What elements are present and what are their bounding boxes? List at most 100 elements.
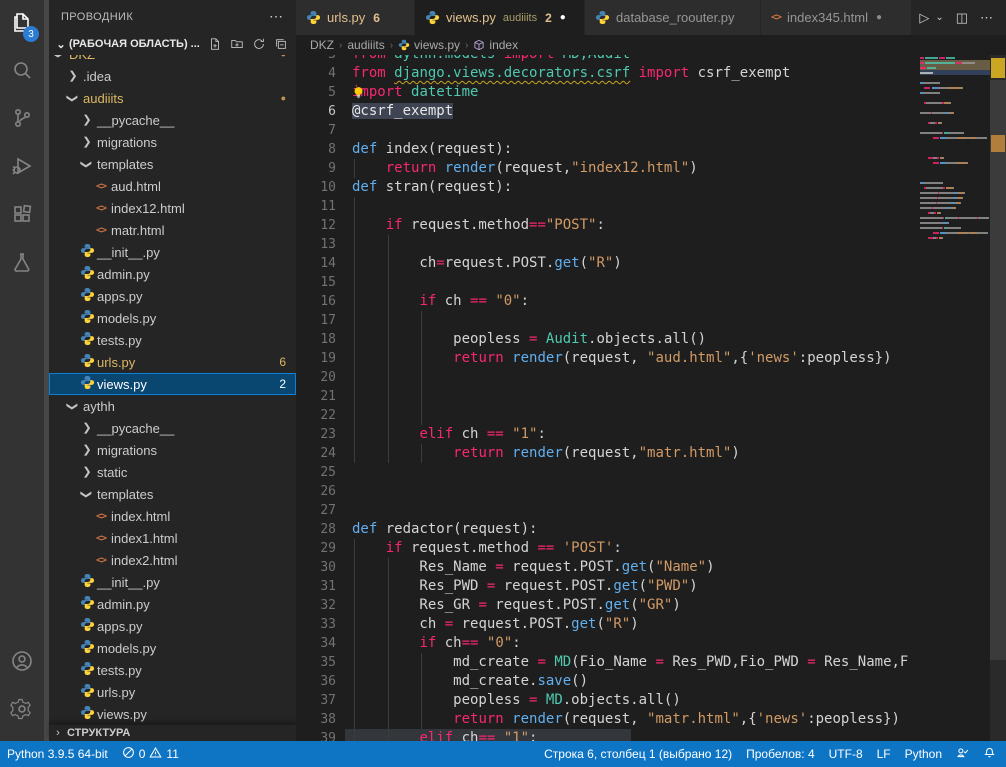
code-line-21[interactable]: 21: [296, 387, 1006, 406]
line-number[interactable]: 19: [296, 349, 336, 368]
code-line-30[interactable]: 30 Res_Name = request.POST.get("Name"): [296, 558, 1006, 577]
tree-item-apps.py[interactable]: apps.py: [49, 285, 296, 307]
line-number[interactable]: 7: [296, 121, 336, 140]
refresh-icon[interactable]: [248, 35, 270, 53]
run-dropdown-icon[interactable]: ⌄: [930, 12, 948, 23]
tree-item-index1.html[interactable]: <>index1.html: [49, 527, 296, 549]
line-number[interactable]: 9: [296, 159, 336, 178]
line-number[interactable]: 34: [296, 634, 336, 653]
breadcrumb-item-views.py[interactable]: views.py: [398, 38, 460, 52]
tree-item-models.py[interactable]: models.py: [49, 637, 296, 659]
code-line-37[interactable]: 37 peopless = MD.objects.all(): [296, 691, 1006, 710]
tree-item-index.html[interactable]: <>index.html: [49, 505, 296, 527]
collapse-all-icon[interactable]: [270, 35, 292, 53]
code-line-11[interactable]: 11: [296, 197, 1006, 216]
line-number[interactable]: 39: [296, 729, 336, 741]
testing-view-button[interactable]: [0, 240, 44, 288]
line-number[interactable]: 38: [296, 710, 336, 729]
code-line-12[interactable]: 12 if request.method=="POST":: [296, 216, 1006, 235]
tree-item-DKZ[interactable]: ❯DKZ●: [49, 55, 296, 65]
code-line-28[interactable]: 28def redactor(request):: [296, 520, 1006, 539]
code-line-29[interactable]: 29 if request.method == 'POST':: [296, 539, 1006, 558]
tree-item-audiiits[interactable]: ❯audiiits●: [49, 87, 296, 109]
notifications-button[interactable]: [976, 746, 1006, 762]
python-interpreter-button[interactable]: Python 3.9.5 64-bit: [0, 747, 115, 761]
code-line-39[interactable]: 39 elif ch== "1":: [296, 729, 1006, 741]
breadcrumb-item-DKZ[interactable]: DKZ: [310, 38, 334, 52]
tree-item-apps.py[interactable]: apps.py: [49, 615, 296, 637]
line-number[interactable]: 13: [296, 235, 336, 254]
code-line-35[interactable]: 35 md_create = MD(Fio_Name = Res_PWD,Fio…: [296, 653, 1006, 672]
line-number[interactable]: 32: [296, 596, 336, 615]
code-line-10[interactable]: 10def stran(request):: [296, 178, 1006, 197]
line-number[interactable]: 30: [296, 558, 336, 577]
split-editor-icon[interactable]: ◫: [951, 10, 973, 26]
line-number[interactable]: 36: [296, 672, 336, 691]
code-line-38[interactable]: 38 return render(request, "matr.html",{'…: [296, 710, 1006, 729]
account-button[interactable]: [0, 639, 44, 687]
run-debug-view-button[interactable]: [0, 144, 44, 192]
code-line-14[interactable]: 14 ch=request.POST.get("R"): [296, 254, 1006, 273]
tree-item-templates[interactable]: ❯templates: [49, 153, 296, 175]
dirty-dot-icon[interactable]: ●: [876, 12, 882, 23]
line-number[interactable]: 11: [296, 197, 336, 216]
tree-item-views.py[interactable]: views.py: [49, 703, 296, 724]
tree-item-urls.py[interactable]: urls.py6: [49, 351, 296, 373]
line-number[interactable]: 35: [296, 653, 336, 672]
new-folder-icon[interactable]: [226, 35, 248, 53]
line-number[interactable]: 15: [296, 273, 336, 292]
problems-button[interactable]: 0 11: [115, 746, 186, 762]
workspace-section-header[interactable]: ⌄ (РАБОЧАЯ ОБЛАСТЬ) ...: [49, 33, 296, 55]
search-view-button[interactable]: [0, 48, 44, 96]
encoding-button[interactable]: UTF-8: [822, 747, 870, 761]
code-line-9[interactable]: 9 return render(request,"index12.html"): [296, 159, 1006, 178]
line-number[interactable]: 37: [296, 691, 336, 710]
tree-item-migrations[interactable]: ❯migrations: [49, 439, 296, 461]
tab-urls.py[interactable]: urls.py6: [296, 0, 415, 35]
code-line-26[interactable]: 26: [296, 482, 1006, 501]
code-line-18[interactable]: 18 peopless = Audit.objects.all(): [296, 330, 1006, 349]
language-mode-button[interactable]: Python: [898, 747, 949, 761]
eol-button[interactable]: LF: [870, 747, 898, 761]
tree-item-tests.py[interactable]: tests.py: [49, 659, 296, 681]
tree-item-index12.html[interactable]: <>index12.html: [49, 197, 296, 219]
line-number[interactable]: 8: [296, 140, 336, 159]
minimap[interactable]: [920, 55, 990, 741]
source-control-view-button[interactable]: [0, 96, 44, 144]
tree-item-models.py[interactable]: models.py: [49, 307, 296, 329]
code-line-7[interactable]: 7: [296, 121, 1006, 140]
code-line-4[interactable]: 4from django.views.decorators.csrf impor…: [296, 64, 1006, 83]
line-number[interactable]: 10: [296, 178, 336, 197]
code-line-22[interactable]: 22: [296, 406, 1006, 425]
breadcrumb-item-index[interactable]: index: [473, 38, 518, 52]
code-line-36[interactable]: 36 md_create.save(): [296, 672, 1006, 691]
tree-item-migrations[interactable]: ❯migrations: [49, 131, 296, 153]
tree-item-__pycache__[interactable]: ❯__pycache__: [49, 417, 296, 439]
tab-views.py[interactable]: views.pyaudiiits2●: [415, 0, 585, 35]
tree-item-index2.html[interactable]: <>index2.html: [49, 549, 296, 571]
line-number[interactable]: 26: [296, 482, 336, 501]
line-number[interactable]: 24: [296, 444, 336, 463]
line-number[interactable]: 5: [296, 83, 336, 102]
dirty-dot-icon[interactable]: ●: [560, 12, 566, 23]
line-number[interactable]: 6: [296, 102, 336, 121]
line-number[interactable]: 4: [296, 64, 336, 83]
code-line-17[interactable]: 17: [296, 311, 1006, 330]
scrollbar-thumb[interactable]: [990, 80, 1006, 660]
code-line-20[interactable]: 20: [296, 368, 1006, 387]
code-line-33[interactable]: 33 ch = request.POST.get("R"): [296, 615, 1006, 634]
code-line-25[interactable]: 25: [296, 463, 1006, 482]
tree-item-__init__.py[interactable]: __init__.py: [49, 571, 296, 593]
code-line-34[interactable]: 34 if ch== "0":: [296, 634, 1006, 653]
tree-item-aythh[interactable]: ❯aythh: [49, 395, 296, 417]
breadcrumb-item-audiiits[interactable]: audiiits: [347, 38, 384, 52]
code-line-32[interactable]: 32 Res_GR = request.POST.get("GR"): [296, 596, 1006, 615]
line-number[interactable]: 28: [296, 520, 336, 539]
tree-item-templates[interactable]: ❯templates: [49, 483, 296, 505]
tree-item-matr.html[interactable]: <>matr.html: [49, 219, 296, 241]
tree-item-.idea[interactable]: ❯.idea: [49, 65, 296, 87]
code-line-19[interactable]: 19 return render(request, "aud.html",{'n…: [296, 349, 1006, 368]
line-number[interactable]: 23: [296, 425, 336, 444]
code-line-23[interactable]: 23 elif ch == "1":: [296, 425, 1006, 444]
more-actions-icon[interactable]: ⋯: [975, 10, 998, 26]
